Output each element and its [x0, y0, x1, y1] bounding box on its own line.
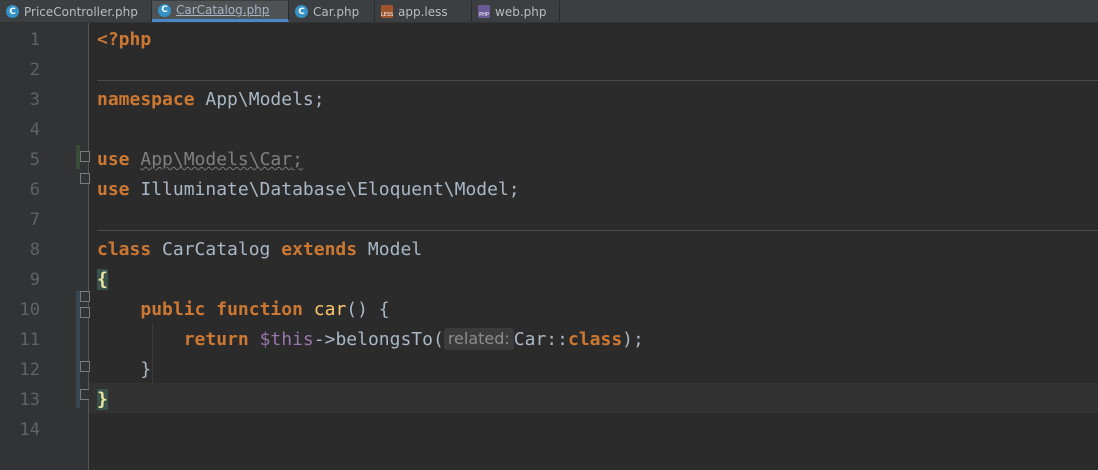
tab-web-php[interactable]: PHP web.php	[472, 1, 560, 22]
code-line: public function car() {	[140, 299, 390, 320]
matched-brace: }	[97, 389, 108, 410]
line-number: 3	[29, 90, 40, 110]
tab-car[interactable]: C Car.php	[289, 1, 375, 22]
tab-car-catalog[interactable]: C CarCatalog.php	[152, 1, 289, 22]
tab-label: PriceController.php	[24, 4, 138, 19]
current-line-highlight	[89, 383, 1098, 413]
line-number-gutter: 1 2 3 4 5 6 7 8 9 10 11 12 13 14	[0, 23, 90, 470]
line-number: 11	[19, 330, 40, 350]
less-file-icon: LESS	[381, 5, 393, 18]
line-number: 6	[29, 180, 40, 200]
method-separator	[97, 80, 1098, 81]
php-file-icon: PHP	[478, 5, 490, 18]
code-line: }	[97, 359, 152, 380]
code-text-area[interactable]: <?php namespace App\Models; use App\Mode…	[89, 23, 1098, 470]
line-number: 14	[19, 420, 40, 440]
tab-label: CarCatalog.php	[176, 3, 270, 17]
php-class-icon: C	[6, 5, 19, 18]
tab-price-controller[interactable]: C PriceController.php	[0, 1, 152, 22]
code-editor[interactable]: 1 2 3 4 5 6 7 8 9 10 11 12 13 14 <?php n…	[0, 23, 1098, 470]
php-class-icon: C	[158, 3, 171, 17]
matched-brace: {	[97, 269, 108, 290]
editor-tab-bar: C PriceController.php C CarCatalog.php C…	[0, 0, 1098, 23]
tab-label: app.less	[398, 4, 448, 19]
code-line: class CarCatalog extends Model	[97, 239, 423, 260]
tab-label: web.php	[495, 4, 547, 19]
parameter-hint: related:	[443, 328, 514, 350]
code-line: return $this->belongsTo(related: Car::cla…	[183, 328, 644, 350]
line-number: 12	[19, 360, 40, 380]
code-line: {	[97, 265, 108, 295]
line-number: 2	[29, 60, 40, 80]
code-line: <?php	[97, 29, 152, 50]
line-number: 1	[29, 30, 40, 50]
code-line: use Illuminate\Database\Eloquent\Model;	[97, 179, 520, 200]
line-number: 13	[19, 390, 40, 410]
line-number: 7	[29, 210, 40, 230]
line-number: 9	[29, 270, 40, 290]
line-number: 8	[29, 240, 40, 260]
line-number: 5	[29, 150, 40, 170]
tab-label: Car.php	[313, 4, 360, 19]
tab-app-less[interactable]: LESS app.less	[375, 1, 472, 22]
line-number: 4	[29, 120, 40, 140]
code-line: use App\Models\Car;	[97, 149, 303, 170]
code-line: namespace App\Models;	[97, 89, 325, 110]
php-class-icon: C	[295, 5, 308, 18]
method-separator	[97, 230, 1098, 231]
code-line: }	[97, 385, 108, 415]
unused-import: App\Models\Car	[140, 149, 293, 170]
line-number: 10	[19, 300, 40, 320]
